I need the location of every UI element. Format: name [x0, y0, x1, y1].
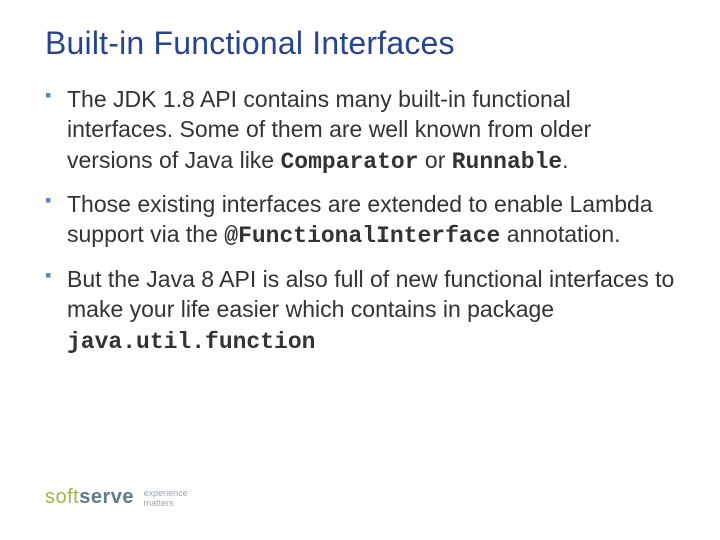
tagline-line: matters [144, 499, 188, 508]
bullet-item: The JDK 1.8 API contains many built-in f… [45, 84, 675, 177]
bullet-item: But the Java 8 API is also full of new f… [45, 264, 675, 357]
logo-tagline: experience matters [144, 489, 188, 508]
bullet-list: The JDK 1.8 API contains many built-in f… [45, 84, 675, 357]
logo-text-serve: serve [79, 486, 134, 508]
logo: softserve experience matters [45, 487, 188, 508]
bullet-text: or [419, 147, 452, 173]
bullet-text: But the Java 8 API is also full of new f… [67, 266, 674, 322]
bullet-item: Those existing interfaces are extended t… [45, 189, 675, 252]
code-span: java.util.function [67, 329, 315, 355]
bullet-text: annotation. [500, 221, 620, 247]
code-span: @FunctionalInterface [224, 223, 500, 249]
code-span: Comparator [280, 149, 418, 175]
slide-title: Built-in Functional Interfaces [45, 25, 675, 62]
bullet-text: . [562, 147, 568, 173]
code-span: Runnable [452, 149, 562, 175]
logo-text-soft: soft [45, 486, 79, 508]
slide: Built-in Functional Interfaces The JDK 1… [0, 0, 720, 540]
